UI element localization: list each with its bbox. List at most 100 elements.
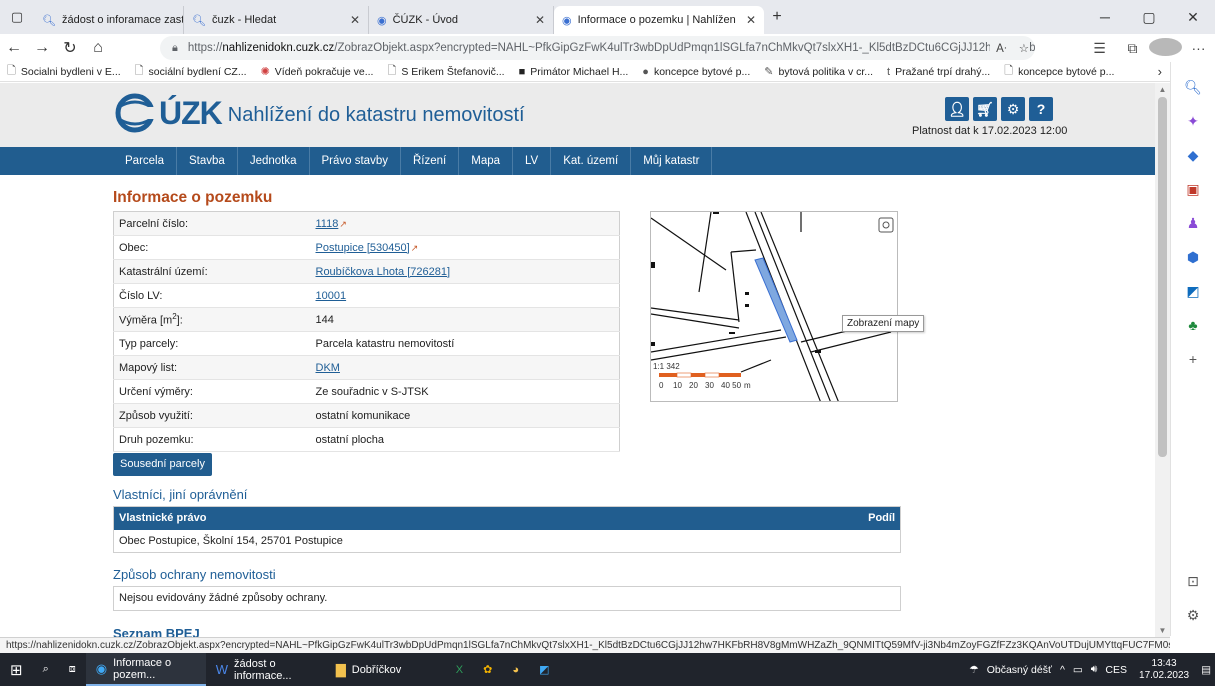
page-scrollbar[interactable]: ▲ ▼	[1155, 83, 1170, 637]
more-menu-icon[interactable]: ···	[1182, 40, 1215, 56]
nav-item-lv[interactable]: LV	[513, 147, 552, 175]
tab-actions-icon[interactable]: ▢	[0, 9, 34, 25]
nav-item-parcela[interactable]: Parcela	[113, 147, 177, 175]
nav-item-pravo-stavby[interactable]: Právo stavby	[310, 147, 401, 175]
scrollbar-thumb[interactable]	[1158, 97, 1167, 457]
lock-icon[interactable]: 🔒︎	[172, 42, 178, 55]
favorite-item[interactable]: 🗋 koncepce bytové p...	[997, 62, 1121, 81]
nav-item-muj-katastr[interactable]: Můj katastr	[631, 147, 713, 175]
taskbar-app-edge[interactable]: ◉ Informace o pozem...	[85, 653, 206, 686]
new-tab-button[interactable]: +	[764, 8, 790, 26]
nav-item-kat-uzemi[interactable]: Kat. území	[551, 147, 632, 175]
table-row: Výměra [m2]: 144	[113, 307, 620, 332]
profile-icon[interactable]	[1149, 37, 1182, 59]
close-icon[interactable]: ✕	[342, 13, 360, 27]
favorite-item[interactable]: 🗋 S Erikem Štefanovič...	[380, 62, 511, 81]
gear-icon[interactable]: ⚙	[1001, 97, 1025, 121]
favorite-item[interactable]: ■ Primátor Michael H...	[512, 66, 636, 78]
add-icon[interactable]: +	[1179, 345, 1207, 373]
restore-icon[interactable]: ▢	[1127, 0, 1171, 34]
cuzk-logo[interactable]: ÚZK Nahlížení do katastru nemovitostí	[113, 93, 525, 133]
taskbar-app-explorer[interactable]: ▇ Dobříčkov	[326, 653, 446, 686]
weather-icon[interactable]: ☂	[969, 664, 978, 676]
language-indicator[interactable]: CES	[1105, 664, 1127, 676]
tree-icon[interactable]: ♣	[1179, 311, 1207, 339]
nav-item-rizeni[interactable]: Řízení	[401, 147, 460, 175]
lv-number-link[interactable]: 10001	[316, 290, 347, 302]
favorite-item[interactable]: ✺ Vídeň pokračuje ve...	[254, 65, 381, 79]
nav-item-mapa[interactable]: Mapa	[459, 147, 514, 175]
split-screen-icon[interactable]: ⊡	[1179, 567, 1207, 595]
favorite-item[interactable]: 🗋 Socialni bydleni v E...	[0, 62, 128, 81]
search-icon[interactable]: 🔍︎	[1179, 73, 1207, 101]
chrome-icon[interactable]: ◕	[502, 653, 529, 686]
weather-text[interactable]: Občasný déšť	[987, 664, 1052, 676]
favorite-item[interactable]: ● koncepce bytové p...	[635, 66, 757, 78]
favorite-item[interactable]: ✎ bytová politika v cr...	[757, 65, 880, 79]
favorite-item[interactable]: 🗋 sociální bydlení CZ...	[128, 62, 254, 81]
outlook-icon[interactable]: ◩	[1179, 277, 1207, 305]
search-icon[interactable]: ⌕	[33, 653, 59, 686]
network-icon[interactable]: ▭	[1073, 664, 1083, 676]
browser-tab[interactable]: 🔍︎ žádost o inforamace zastupitelst ✕	[34, 6, 184, 34]
copilot-icon[interactable]: ✦	[1179, 107, 1207, 135]
paint-icon[interactable]: ✿	[473, 653, 502, 686]
windows-start-icon[interactable]: ⊞	[0, 653, 33, 686]
browser-tab-active[interactable]: ◉ Informace o pozemku | Nahlížen ✕	[554, 6, 764, 34]
url-field[interactable]: 🔒︎ https://nahlizenidokn.cuzk.cz/ZobrazO…	[160, 36, 1035, 60]
neighbor-parcels-button[interactable]: Sousední parcely	[113, 453, 212, 476]
cart-icon[interactable]: 🛒︎	[973, 97, 997, 121]
minimize-icon[interactable]: ─	[1083, 0, 1127, 34]
table-row: Určení výměry: Ze souřadnic v S-JTSK	[113, 379, 620, 404]
table-row: Mapový list: DKM	[113, 355, 620, 380]
home-icon[interactable]: ⌂	[84, 39, 112, 57]
forward-icon[interactable]: →	[28, 39, 56, 57]
url-prefix: https://	[187, 42, 223, 54]
settings-icon[interactable]: ⚙	[1179, 601, 1207, 629]
office-icon[interactable]: ⬢	[1179, 243, 1207, 271]
parcel-number-link[interactable]: 1118	[316, 218, 339, 230]
external-link-icon[interactable]: ↗	[411, 243, 419, 253]
municipality-link[interactable]: Postupice [530450]	[316, 242, 410, 254]
chevron-right-icon[interactable]: ›	[1158, 64, 1162, 79]
reload-icon[interactable]: ↻	[56, 38, 84, 58]
close-icon[interactable]: ✕	[527, 13, 545, 27]
favorites-bar: 🗋 Socialni bydleni v E... 🗋 sociální bydle…	[0, 62, 1170, 82]
site-subtitle: Nahlížení do katastru nemovitostí	[227, 103, 525, 126]
task-view-icon[interactable]: ⧈	[59, 653, 86, 686]
favorite-item[interactable]: t Pražané trpí drahý...	[880, 66, 997, 78]
games-icon[interactable]: ♟	[1179, 209, 1207, 237]
volume-icon[interactable]: 🔊︎	[1091, 663, 1098, 676]
add-favorite-icon[interactable]: ☆	[1019, 41, 1029, 55]
outlook-icon[interactable]: ◩	[529, 653, 559, 686]
scroll-up-icon[interactable]: ▲	[1155, 85, 1170, 94]
collections-icon[interactable]: ⧉	[1116, 40, 1149, 57]
excel-icon[interactable]: X	[446, 653, 473, 686]
nav-item-stavba[interactable]: Stavba	[177, 147, 238, 175]
browser-tab[interactable]: 🔍︎ čuzk - Hledat ✕	[184, 6, 369, 34]
favorites-icon[interactable]: ☰	[1083, 40, 1116, 57]
user-icon[interactable]: 👤︎	[945, 97, 969, 121]
help-icon[interactable]: ?	[1029, 97, 1053, 121]
map-sheet-link[interactable]: DKM	[316, 362, 340, 374]
shopping-icon[interactable]: ◆	[1179, 141, 1207, 169]
search-icon: 🔍︎	[192, 14, 206, 27]
browser-tab[interactable]: ◉ ČÚZK - Úvod ✕	[369, 6, 554, 34]
close-icon[interactable]: ✕	[738, 13, 756, 27]
notifications-icon[interactable]: ▤	[1201, 664, 1211, 676]
browser-tab-bar: ▢ 🔍︎ žádost o inforamace zastupitelst ✕ …	[0, 0, 1215, 34]
tools-icon[interactable]: ▣	[1179, 175, 1207, 203]
external-link-icon[interactable]: ↗	[339, 219, 347, 229]
scroll-down-icon[interactable]: ▼	[1155, 626, 1170, 635]
cuzk-favicon: ◉	[377, 14, 387, 27]
cadastral-area-link[interactable]: Roubíčkova Lhota [726281]	[316, 266, 451, 278]
cadastral-map[interactable]: 1:1 342 0 10 20 30 40 50 m	[650, 211, 898, 402]
taskbar-app-word[interactable]: Wžádost o informace...	[206, 653, 326, 686]
nav-item-jednotka[interactable]: Jednotka	[238, 147, 310, 175]
map-zoom-icon[interactable]	[878, 217, 894, 233]
chevron-up-icon[interactable]: ^	[1060, 664, 1065, 676]
read-aloud-icon[interactable]: Aᐧ	[996, 41, 1007, 55]
clock[interactable]: 13:43 17.02.2023	[1139, 658, 1189, 682]
back-icon[interactable]: ←	[0, 39, 28, 57]
close-window-icon[interactable]: ✕	[1171, 0, 1215, 34]
